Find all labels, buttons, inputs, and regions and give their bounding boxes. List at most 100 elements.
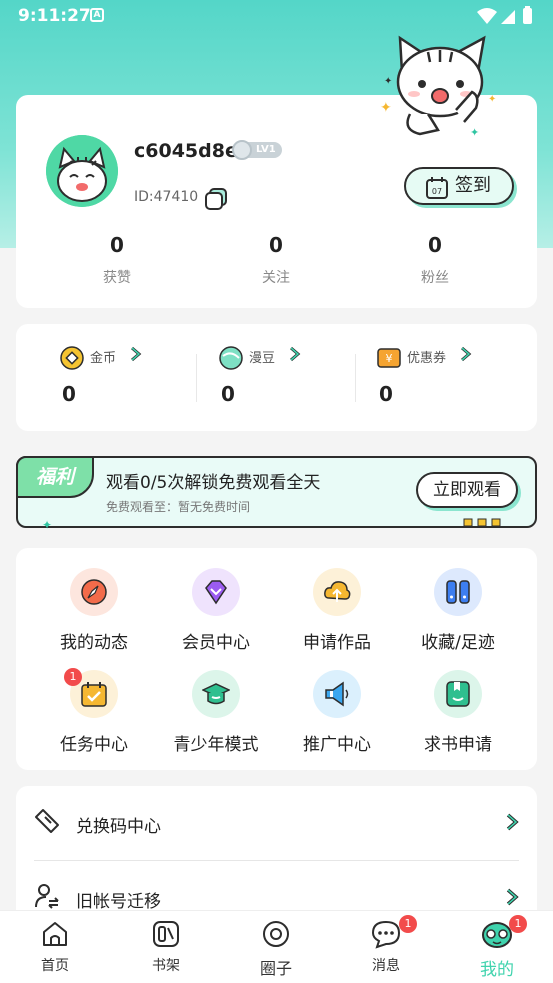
message-icon: 1 [336, 915, 436, 951]
list-item-redeem-code[interactable]: 兑换码中心 [16, 786, 537, 856]
decorative-dots-icon [463, 513, 503, 532]
bean-icon [219, 346, 243, 379]
cat-mascot-icon: ✦ ✦ ✦ ✦ [380, 30, 500, 144]
cloud-upload-icon [313, 568, 361, 616]
feature-label: 任务中心 [60, 735, 128, 755]
level-gem-icon [232, 140, 252, 160]
notification-icon: A [90, 8, 104, 22]
stat-label: 粉丝 [421, 270, 449, 286]
home-icon [5, 919, 105, 951]
chevron-right-icon [505, 887, 519, 911]
wallet-value: 0 [379, 382, 393, 406]
chevron-right-icon [289, 346, 301, 371]
mine-icon: 1 [447, 915, 547, 951]
chevron-right-icon [130, 346, 142, 371]
notification-badge: 1 [509, 915, 527, 933]
level-badge: LV1 [232, 140, 282, 160]
status-bar: 9:11:27 A [0, 0, 553, 32]
user-transfer-icon [34, 883, 60, 913]
signin-button[interactable]: 07 签到 [404, 167, 514, 205]
feature-vip-center[interactable]: 会员中心 [156, 568, 276, 653]
bookmark-icon [434, 568, 482, 616]
stat-value: 0 [110, 233, 124, 257]
user-id: ID:47410 [134, 189, 199, 205]
ticket-icon [34, 808, 60, 838]
stat-fans[interactable]: 0 粉丝 [375, 233, 495, 287]
system-status-icons [475, 6, 539, 31]
feature-label: 求书申请 [424, 735, 492, 755]
notification-badge: 1 [64, 668, 82, 686]
megaphone-icon [313, 670, 361, 718]
welfare-title: 观看0/5次解锁免费观看全天 [106, 473, 321, 493]
feature-label: 我的动态 [60, 633, 128, 653]
divider [355, 354, 356, 402]
tab-messages[interactable]: 1 消息 [336, 915, 436, 975]
tab-circle[interactable]: 圈子 [226, 919, 326, 979]
bottom-tab-bar: 首页 书架 圈子 1 消息 1 我的 [0, 910, 553, 983]
stat-label: 关注 [262, 270, 290, 286]
welfare-subtitle: 免费观看至：暂无免费时间 [106, 500, 251, 514]
wallet-label: 金币 [90, 351, 117, 366]
level-text: LV1 [256, 144, 276, 155]
book-request-icon [434, 670, 482, 718]
feature-task-center[interactable]: 1 任务中心 [34, 668, 154, 755]
feature-my-activity[interactable]: 我的动态 [34, 568, 154, 653]
diamond-icon [192, 568, 240, 616]
coupon-symbol: ¥ [386, 352, 393, 365]
tab-label: 首页 [41, 958, 69, 974]
feature-promotion-center[interactable]: 推广中心 [277, 670, 397, 755]
compass-icon [70, 568, 118, 616]
wallet-coins[interactable]: 金币 0 [60, 346, 210, 406]
graduation-cap-icon [192, 670, 240, 718]
watch-now-button[interactable]: 立即观看 [416, 472, 518, 508]
stat-following[interactable]: 0 关注 [216, 233, 336, 287]
tab-label: 消息 [372, 958, 400, 974]
tab-home[interactable]: 首页 [5, 919, 105, 975]
svg-text:✦: ✦ [470, 126, 479, 139]
feature-label: 收藏/足迹 [421, 633, 495, 653]
menu-list-card: 兑换码中心 旧帐号迁移 [16, 786, 537, 926]
list-item-label: 旧帐号迁移 [76, 892, 161, 912]
wallet-value: 0 [221, 382, 235, 406]
circle-icon [226, 919, 326, 951]
task-calendar-icon: 1 [64, 668, 118, 718]
stat-label: 获赞 [103, 270, 131, 286]
coin-icon [60, 346, 84, 379]
chevron-right-icon [505, 812, 519, 836]
feature-label: 会员中心 [182, 633, 250, 653]
feature-submit-work[interactable]: 申请作品 [277, 568, 397, 653]
feature-teen-mode[interactable]: 青少年模式 [156, 670, 276, 755]
wallet-beans[interactable]: 漫豆 0 [219, 346, 369, 406]
stat-likes[interactable]: 0 获赞 [57, 233, 177, 287]
wallet-label: 优惠券 [407, 351, 447, 366]
notification-badge: 1 [399, 915, 417, 933]
wallet-coupons[interactable]: ¥ 优惠券 0 [377, 346, 527, 406]
welfare-banner[interactable]: 福利 观看0/5次解锁免费观看全天 免费观看至：暂无免费时间 立即观看 ✦ [16, 456, 537, 532]
calendar-icon: 07 [426, 177, 448, 211]
divider [196, 354, 197, 402]
calendar-day: 07 [432, 187, 442, 196]
svg-text:✦: ✦ [380, 100, 392, 116]
sparkle-icon: ✦ [42, 518, 53, 532]
tab-label: 书架 [152, 958, 180, 974]
stat-value: 0 [269, 233, 283, 257]
bookshelf-icon [116, 919, 216, 951]
tab-label: 圈子 [259, 959, 292, 978]
chevron-right-icon [460, 346, 472, 371]
tab-label: 我的 [480, 960, 514, 980]
wallet-card: 金币 0 漫豆 0 ¥ 优惠券 0 [16, 324, 537, 431]
feature-favorites[interactable]: 收藏/足迹 [398, 568, 518, 653]
cat-avatar-icon [46, 135, 118, 207]
tab-mine[interactable]: 1 我的 [447, 915, 547, 980]
feature-label: 推广中心 [303, 735, 371, 755]
copy-icon[interactable] [204, 187, 228, 215]
stat-value: 0 [428, 233, 442, 257]
svg-text:✦: ✦ [384, 76, 392, 87]
feature-book-request[interactable]: 求书申请 [398, 670, 518, 755]
tab-bookshelf[interactable]: 书架 [116, 919, 216, 975]
features-card: 我的动态 会员中心 申请作品 收藏/足迹 1 任务中心 青少年模式 推广中心 求… [16, 548, 537, 770]
status-time: 9:11:27 [18, 6, 91, 26]
avatar[interactable] [46, 135, 118, 207]
username: c6045d8e [134, 140, 238, 162]
list-item-label: 兑换码中心 [76, 817, 161, 837]
